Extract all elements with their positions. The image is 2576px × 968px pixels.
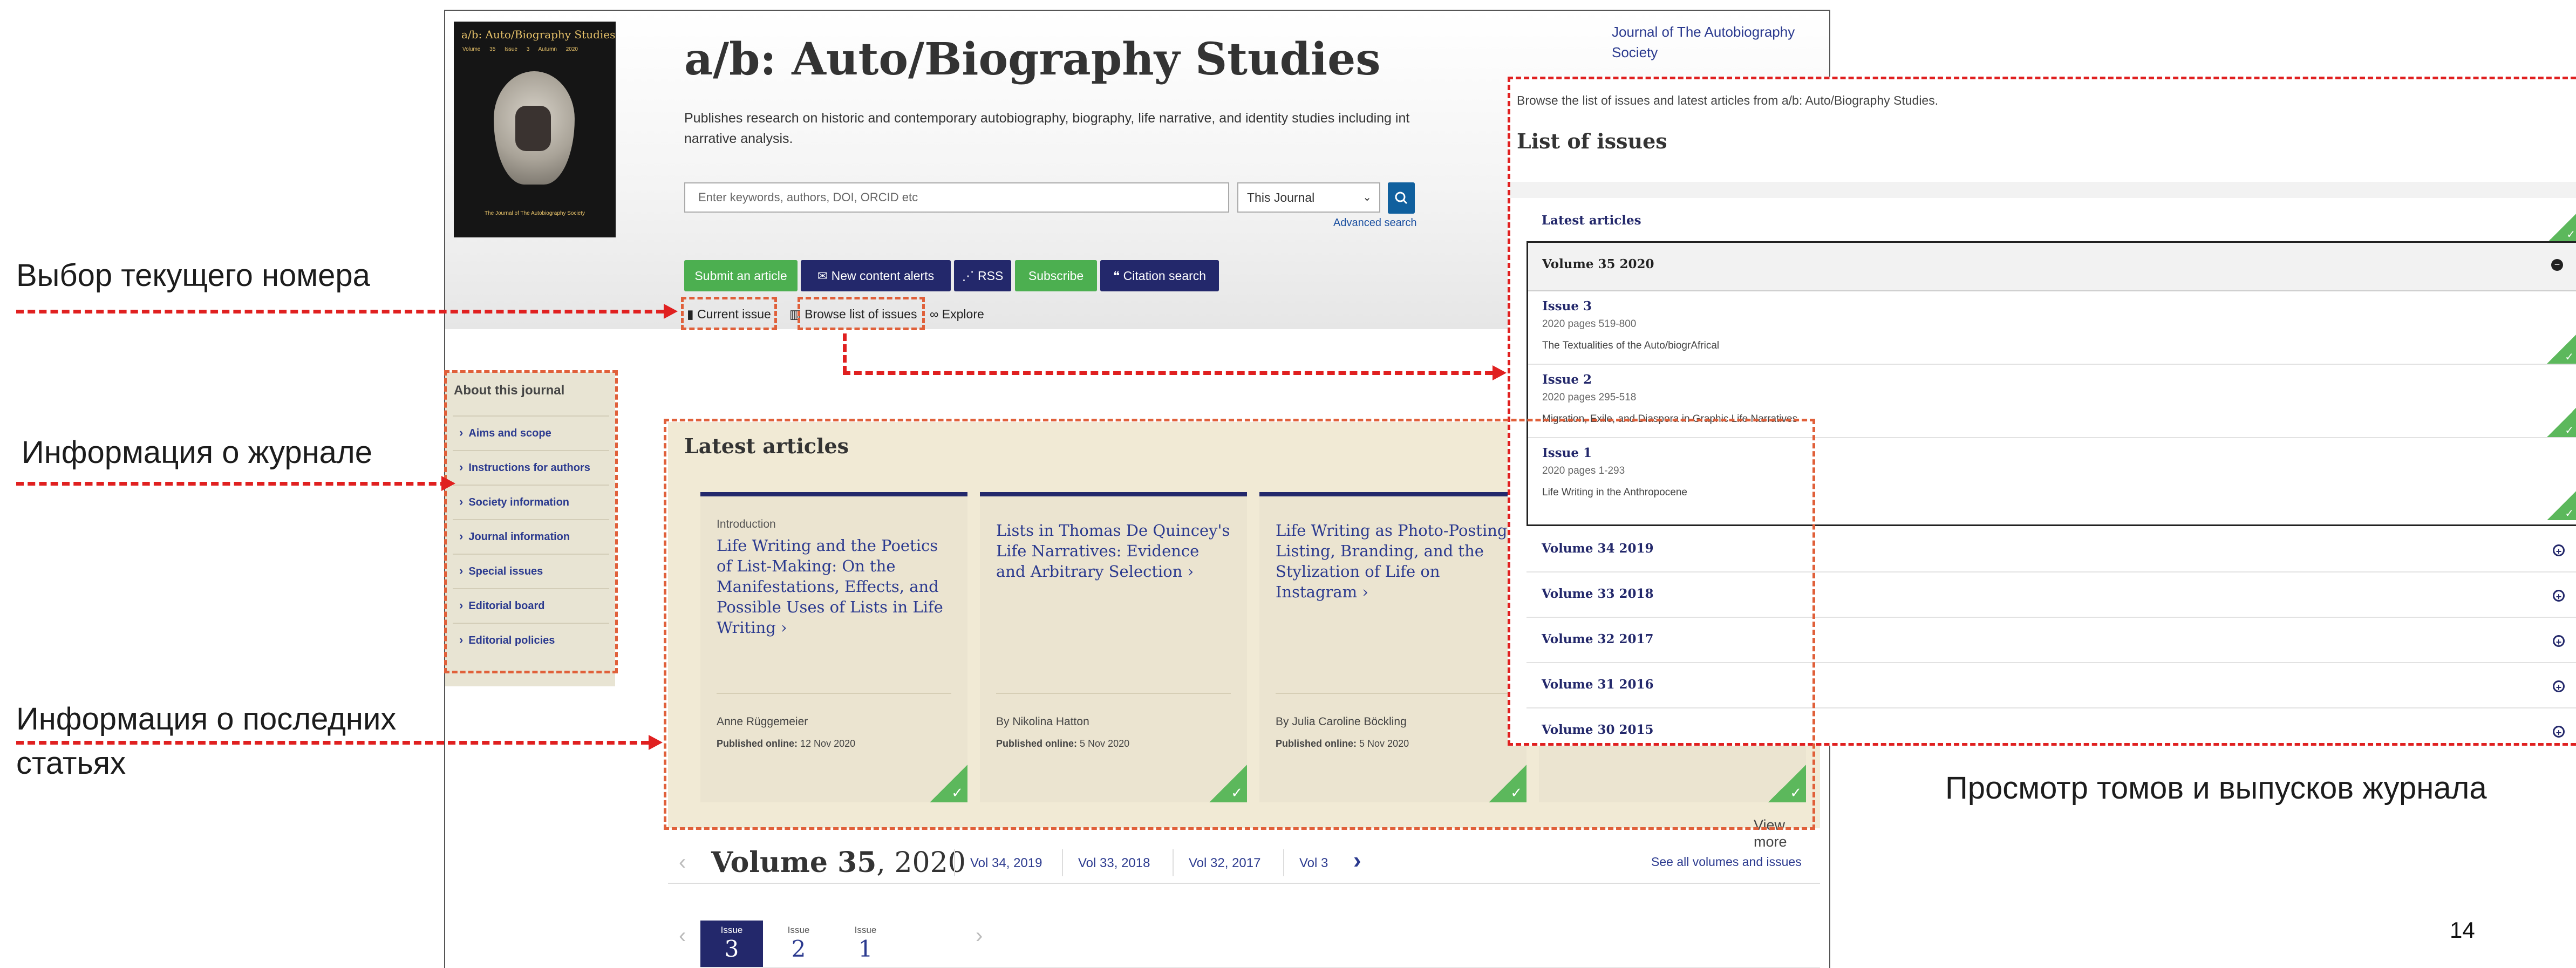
current-volume-year: , 2020 [876, 847, 966, 879]
open-access-check-icon [2547, 333, 2576, 364]
annotation-latest-line2: статьях [16, 746, 126, 781]
chevron-right-icon[interactable]: › [976, 924, 983, 948]
current-volume-label: Volume 35 [711, 846, 877, 879]
highlight-latest-articles [664, 419, 1815, 830]
annotation-latest-line1: Информация о последних [16, 701, 397, 737]
envelope-icon: ✉ [817, 269, 828, 283]
chevron-left-icon[interactable]: ‹ [679, 850, 686, 875]
issue-navigation: ‹ Issue 3 Issue 2 Issue 1 › [668, 913, 1820, 968]
search-input[interactable]: Enter keywords, authors, DOI, ORCID etc [684, 182, 1229, 213]
annotation-current-issue: Выбор текущего номера [16, 258, 370, 293]
tab-explore-label: Explore [942, 307, 984, 321]
issue-number: 1 [858, 936, 873, 962]
society-link[interactable]: Journal of The Autobiography Society [1612, 22, 1822, 63]
open-access-check-icon [2547, 490, 2576, 520]
volume-navigation: ‹ Volume 35, 2020 Vol 34, 2019 Vol 33, 2… [668, 842, 1820, 884]
slide-page-number: 14 [2450, 917, 2475, 943]
quote-icon: ❝ [1113, 269, 1120, 283]
highlight-current-issue [681, 297, 777, 330]
cover-title: a/b: Auto/Biography Studies [461, 28, 616, 41]
highlight-sidebar [444, 370, 618, 673]
see-all-volumes-link[interactable]: See all volumes and issues [1651, 855, 1802, 869]
issue-label: Issue [854, 925, 877, 935]
search-icon [1395, 192, 1408, 204]
issue-label: Issue [720, 925, 743, 935]
cover-artwork [494, 71, 575, 185]
volume-link[interactable]: Vol 34, 2019 [970, 856, 1042, 871]
submit-article-button[interactable]: Submit an article [684, 260, 798, 291]
highlight-browse-issues [798, 297, 925, 330]
annotation-line [843, 333, 847, 373]
arrow-icon [1493, 365, 1507, 380]
rss-icon: ⋰ [962, 269, 974, 283]
chevron-left-icon[interactable]: ‹ [679, 924, 686, 948]
journal-description-line1: Publishes research on historic and conte… [684, 111, 1410, 126]
arrow-icon [441, 476, 455, 491]
cover-caption: The Journal of The Autobiography Society [484, 210, 585, 216]
journal-title: a/b: Auto/Biography Studies [684, 33, 1381, 85]
expand-icon[interactable]: + [2553, 680, 2565, 693]
annotation-line [16, 482, 448, 486]
journal-cover-image[interactable]: a/b: Auto/Biography Studies Volume 35 Is… [454, 22, 616, 237]
cover-volume-line: Volume 35 Issue 3 Autumn 2020 [462, 46, 578, 52]
expand-icon[interactable]: + [2553, 590, 2565, 602]
latest-articles-row[interactable]: Latest articles [1526, 198, 2576, 242]
divider [1173, 849, 1174, 876]
search-button[interactable] [1388, 182, 1415, 214]
issue-pages: 2020 pages 295-518 [1542, 392, 1637, 403]
volume-link[interactable]: Vol 33, 2018 [1078, 856, 1150, 871]
panel-description: Browse the list of issues and latest art… [1517, 93, 1939, 107]
row-label: Latest articles [1542, 213, 1641, 228]
volume-link[interactable]: Vol 32, 2017 [1189, 856, 1260, 871]
annotation-line [16, 310, 664, 313]
annotation-browse-volumes: Просмотр томов и выпусков журнала [1945, 771, 2487, 806]
issue-title: Issue 2 [1542, 372, 1592, 387]
binoculars-icon: ∞ [930, 307, 939, 321]
chevron-right-icon[interactable]: › [1353, 847, 1361, 874]
issue-title: Issue 3 [1542, 299, 1592, 313]
expand-icon[interactable]: + [2553, 635, 2565, 647]
issue-theme: The Textualities of the Auto/biogrAfrica… [1542, 340, 1720, 351]
panel-band [1510, 182, 2576, 198]
arrow-icon [664, 304, 678, 319]
issue-number: 2 [791, 936, 806, 962]
open-access-check-icon [2547, 407, 2576, 437]
divider [1283, 849, 1284, 876]
open-access-check-icon [2548, 211, 2576, 241]
expand-icon[interactable]: + [2553, 726, 2565, 738]
search-scope-value: This Journal [1247, 190, 1315, 204]
chevron-down-icon: ⌄ [1362, 192, 1372, 203]
citation-search-label: Citation search [1123, 269, 1207, 283]
journal-description: Publishes research on historic and conte… [684, 108, 1504, 149]
rss-label: RSS [978, 269, 1004, 283]
tab-explore[interactable]: ∞ Explore [930, 303, 984, 325]
subscribe-button[interactable]: Subscribe [1015, 260, 1097, 291]
volume-link[interactable]: Vol 3 [1299, 856, 1328, 871]
rss-button[interactable]: ⋰ RSS [954, 260, 1011, 291]
arrow-icon [649, 735, 663, 750]
expand-icon[interactable]: + [2553, 544, 2565, 557]
issue-number: 3 [724, 936, 739, 962]
collapse-icon[interactable]: − [2551, 259, 2563, 271]
issue-tab[interactable]: Issue 3 [700, 921, 763, 967]
journal-description-line2: narrative analysis. [684, 131, 793, 146]
annotation-line [843, 371, 1493, 375]
new-content-alerts-button[interactable]: ✉ New content alerts [801, 260, 951, 291]
expanded-volume-header[interactable]: Volume 35 2020 − [1528, 243, 2576, 291]
issue-tab[interactable]: Issue 2 [767, 921, 830, 967]
citation-search-button[interactable]: ❝ Citation search [1100, 260, 1219, 291]
volume-label: Volume 35 2020 [1542, 257, 1654, 271]
issue-label: Issue [787, 925, 810, 935]
panel-title: List of issues [1517, 129, 1667, 153]
divider [954, 849, 955, 876]
issue-row[interactable]: Issue 3 2020 pages 519-800 The Textualit… [1528, 291, 2576, 365]
search-scope-select[interactable]: This Journal ⌄ [1237, 182, 1380, 213]
divider [1062, 849, 1063, 876]
new-content-alerts-label: New content alerts [831, 269, 935, 283]
current-volume-heading: Volume 35, 2020 [711, 846, 966, 879]
annotation-journal-info: Информация о журнале [22, 435, 373, 470]
issue-pages: 2020 pages 519-800 [1542, 318, 1637, 330]
issue-tab[interactable]: Issue 1 [834, 921, 897, 967]
advanced-search-link[interactable]: Advanced search [1333, 217, 1417, 229]
